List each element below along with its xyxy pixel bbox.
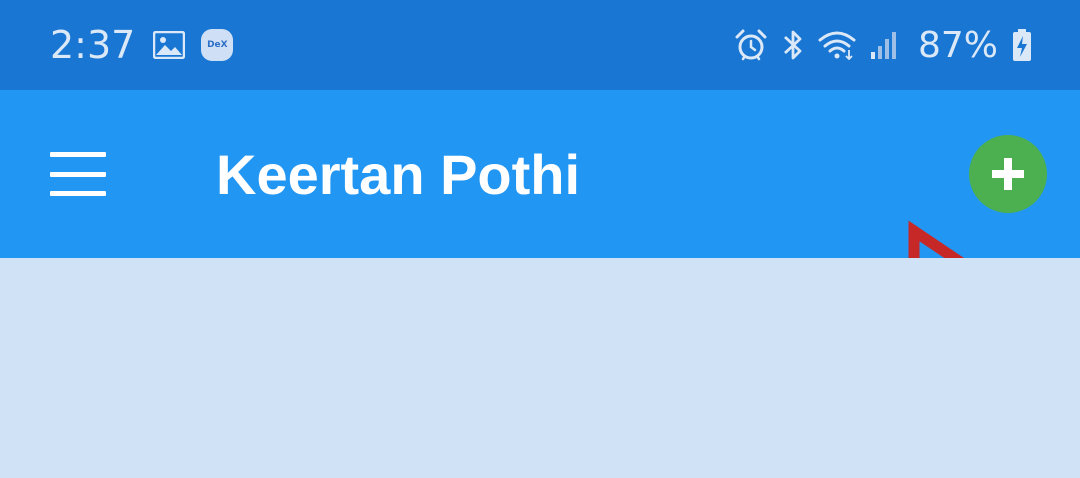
status-left: 2:37 DeX <box>50 0 234 90</box>
dex-icon: DeX <box>201 29 234 61</box>
plus-icon <box>992 158 1024 190</box>
hamburger-menu-icon[interactable] <box>50 146 116 202</box>
app-title: Keertan Pothi <box>216 142 581 206</box>
battery-percent: 87% <box>917 24 998 66</box>
signal-icon <box>870 30 898 60</box>
battery-charging-icon <box>1012 28 1032 62</box>
app-bar: Keertan Pothi <box>0 90 1080 330</box>
status-time: 2:37 <box>50 23 136 67</box>
menu-line <box>50 152 106 157</box>
content-area <box>0 258 1080 478</box>
menu-line <box>50 191 106 196</box>
status-right: 87% <box>720 0 1032 90</box>
add-button[interactable] <box>969 135 1047 213</box>
menu-line <box>50 171 106 177</box>
wifi-icon <box>818 30 856 60</box>
bluetooth-icon <box>782 28 804 62</box>
alarm-icon <box>734 28 768 62</box>
status-bar: 2:37 DeX 87% <box>0 0 1080 90</box>
image-icon <box>153 31 186 59</box>
